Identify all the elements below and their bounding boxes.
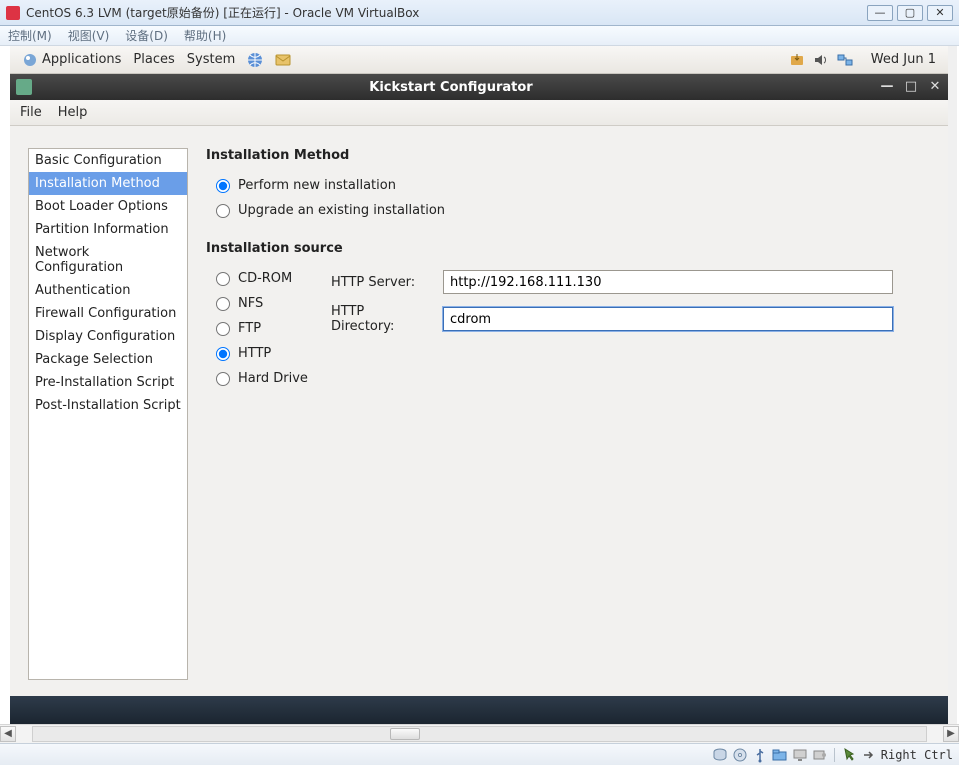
update-icon[interactable] [789,52,805,68]
sidebar-item-network-configuration[interactable]: Network Configuration [29,241,187,279]
radio-source-ftp-label: FTP [238,321,261,336]
volume-icon[interactable] [813,52,829,68]
panel-applications[interactable]: Applications [16,52,127,68]
host-close-button[interactable]: ✕ [927,5,953,21]
optical-disk-icon[interactable] [732,747,748,763]
section-installation-source: Installation source [206,241,932,256]
sidebar: Basic ConfigurationInstallation MethodBo… [28,148,188,680]
http-directory-input[interactable] [443,307,893,331]
hard-disk-icon[interactable] [712,747,728,763]
app-menu-help[interactable]: Help [58,105,88,120]
radio-new-install[interactable]: Perform new installation [206,173,932,198]
scroll-thumb[interactable] [390,728,420,740]
radio-source-ftp[interactable]: FTP [206,316,311,341]
radio-source-http-input[interactable] [216,347,230,361]
sidebar-item-package-selection[interactable]: Package Selection [29,348,187,371]
scroll-left-arrow[interactable]: ◀ [0,726,16,742]
radio-source-cdrom[interactable]: CD-ROM [206,266,311,291]
guest-scrollbar-right[interactable] [948,46,957,724]
scroll-right-arrow[interactable]: ▶ [943,726,959,742]
radio-upgrade-install-input[interactable] [216,204,230,218]
mouse-integration-icon[interactable] [841,747,857,763]
panel-system[interactable]: System [181,52,241,67]
app-menu-file[interactable]: File [20,105,42,120]
scroll-track[interactable] [32,726,927,742]
radio-source-cdrom-label: CD-ROM [238,271,292,286]
radio-source-harddrive-input[interactable] [216,372,230,386]
network-icon[interactable] [837,52,853,68]
host-statusbar: Right Ctrl [0,743,959,765]
host-minimize-button[interactable]: — [867,5,893,21]
http-server-input[interactable] [443,270,893,294]
panel-places-label: Places [133,52,174,67]
globe-icon [247,52,263,68]
gnome-top-panel: Applications Places System Wed Jun 1 [10,46,948,74]
shared-folder-icon[interactable] [772,747,788,763]
sidebar-item-boot-loader-options[interactable]: Boot Loader Options [29,195,187,218]
http-directory-label: HTTP Directory: [331,304,431,334]
virtualbox-icon [6,6,20,20]
host-key-label: Right Ctrl [881,748,953,762]
kickstart-icon [16,79,32,95]
radio-source-harddrive[interactable]: Hard Drive [206,366,311,391]
radio-source-nfs-label: NFS [238,296,263,311]
app-minimize-button[interactable]: — [880,80,894,94]
radio-source-nfs-input[interactable] [216,297,230,311]
sidebar-item-authentication[interactable]: Authentication [29,279,187,302]
app-titlebar: Kickstart Configurator — □ ✕ [10,74,948,100]
radio-new-install-input[interactable] [216,179,230,193]
app-menubar: File Help [10,100,948,126]
display-icon[interactable] [792,747,808,763]
host-menu-help[interactable]: 帮助(H) [184,27,226,44]
host-menu-device[interactable]: 设备(D) [125,27,168,44]
guest-display: Applications Places System Wed Jun 1 Kic… [10,46,948,724]
panel-clock[interactable]: Wed Jun 1 [861,52,936,67]
mail-icon [275,52,291,68]
app-close-button[interactable]: ✕ [928,80,942,94]
sidebar-item-partition-information[interactable]: Partition Information [29,218,187,241]
panel-system-label: System [187,52,235,67]
radio-source-http-label: HTTP [238,346,271,361]
radio-source-http[interactable]: HTTP [206,341,311,366]
panel-launcher-browser[interactable] [241,52,269,68]
sidebar-item-display-configuration[interactable]: Display Configuration [29,325,187,348]
sidebar-item-pre-installation-script[interactable]: Pre-Installation Script [29,371,187,394]
http-server-label: HTTP Server: [331,275,431,290]
app-content: Basic ConfigurationInstallation MethodBo… [10,126,948,696]
sidebar-item-post-installation-script[interactable]: Post-Installation Script [29,394,187,417]
radio-source-nfs[interactable]: NFS [206,291,311,316]
host-menu-control[interactable]: 控制(M) [8,27,52,44]
foot-icon [22,52,38,68]
status-separator [834,748,835,762]
host-menu-view[interactable]: 视图(V) [68,27,110,44]
usb-icon[interactable] [752,747,768,763]
host-menubar: 控制(M) 视图(V) 设备(D) 帮助(H) [0,26,959,46]
radio-new-install-label: Perform new installation [238,178,396,193]
panel-applications-label: Applications [42,52,121,67]
host-horizontal-scrollbar[interactable]: ◀ ▶ [0,724,959,743]
sidebar-item-firewall-configuration[interactable]: Firewall Configuration [29,302,187,325]
main-pane: Installation Method Perform new installa… [206,148,932,680]
radio-upgrade-install[interactable]: Upgrade an existing installation [206,198,932,223]
app-maximize-button[interactable]: □ [904,80,918,94]
panel-places[interactable]: Places [127,52,180,67]
record-icon[interactable] [812,747,828,763]
host-window-title: CentOS 6.3 LVM (target原始备份) [正在运行] - Ora… [26,4,419,21]
sidebar-item-basic-configuration[interactable]: Basic Configuration [29,149,187,172]
host-window-titlebar: CentOS 6.3 LVM (target原始备份) [正在运行] - Ora… [0,0,959,26]
panel-launcher-mail[interactable] [269,52,297,68]
radio-source-harddrive-label: Hard Drive [238,371,308,386]
host-maximize-button[interactable]: ▢ [897,5,923,21]
gnome-bottom-panel [10,696,948,724]
sidebar-item-installation-method[interactable]: Installation Method [29,172,187,195]
radio-upgrade-install-label: Upgrade an existing installation [238,203,445,218]
app-title: Kickstart Configurator [32,80,870,95]
radio-source-ftp-input[interactable] [216,322,230,336]
section-installation-method: Installation Method [206,148,932,163]
radio-source-cdrom-input[interactable] [216,272,230,286]
host-key-arrow-icon [861,747,877,763]
